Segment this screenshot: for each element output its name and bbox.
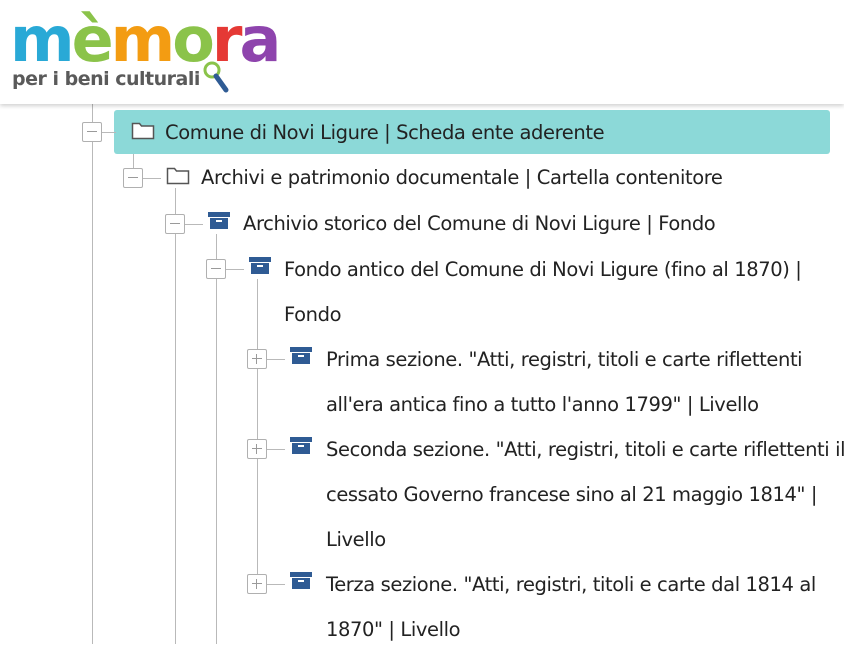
expand-toggle[interactable] — [247, 349, 267, 369]
logo-letter: m — [110, 3, 176, 76]
site-header: mèmora per i beni culturali — [0, 0, 844, 104]
node-label-line: Terza sezione. "Atti, registri, titoli e… — [326, 573, 816, 596]
node-label-line: Fondo antico del Comune di Novi Ligure (… — [284, 258, 802, 281]
logo-wordmark: mèmora — [10, 3, 281, 76]
node-label-line: Archivi e patrimonio documentale | Carte… — [201, 166, 723, 189]
tree-connector — [92, 104, 93, 644]
expand-toggle[interactable] — [247, 439, 267, 459]
node-label-line: 1870" | Livello — [326, 618, 461, 641]
tree-branch — [102, 132, 116, 133]
memora-logo[interactable]: mèmora per i beni culturali — [10, 3, 281, 98]
archive-box-icon — [290, 347, 312, 364]
node-label-line: Prima sezione. "Atti, registri, titoli e… — [326, 348, 803, 371]
collapse-toggle[interactable] — [206, 259, 226, 279]
tree-node-label[interactable]: Terza sezione. "Atti, registri, titoli e… — [326, 562, 816, 652]
tree-node-label[interactable]: Seconda sezione. "Atti, registri, titoli… — [326, 427, 844, 562]
node-label-line: Comune di Novi Ligure | Scheda ente ader… — [165, 121, 605, 144]
tree-connector — [175, 188, 176, 644]
tree-branch — [267, 584, 285, 585]
tree-branch — [267, 359, 285, 360]
logo-letter: m — [10, 3, 75, 76]
logo-letter: a — [239, 3, 281, 76]
tree-node-label[interactable]: Fondo antico del Comune di Novi Ligure (… — [284, 247, 802, 337]
tree-branch — [267, 449, 285, 450]
archive-tree: Comune di Novi Ligure | Scheda ente ader… — [0, 104, 844, 644]
tree-node-label[interactable]: Prima sezione. "Atti, registri, titoli e… — [326, 337, 803, 427]
tree-node-label[interactable]: Archivio storico del Comune di Novi Ligu… — [243, 201, 716, 246]
expand-toggle[interactable] — [247, 574, 267, 594]
node-label-line: Seconda sezione. "Atti, registri, titoli… — [326, 438, 844, 461]
tree-connector — [257, 279, 258, 581]
collapse-toggle[interactable] — [165, 214, 185, 234]
node-label-line: Livello — [326, 528, 386, 551]
tree-branch — [143, 178, 161, 179]
magnifier-icon — [203, 61, 229, 93]
collapse-toggle[interactable] — [82, 122, 102, 142]
logo-tagline: per i beni culturali — [12, 68, 200, 90]
node-label-line: Archivio storico del Comune di Novi Ligu… — [243, 212, 716, 235]
tree-node-label[interactable]: Archivi e patrimonio documentale | Carte… — [201, 155, 723, 200]
folder-outline-icon — [131, 122, 155, 140]
archive-box-icon — [208, 212, 230, 229]
node-label-line: all'era antica fino a tutto l'anno 1799"… — [326, 393, 759, 416]
archive-box-icon — [290, 437, 312, 454]
logo-letter: è — [71, 3, 114, 76]
archive-box-icon — [290, 572, 312, 589]
tree-connector — [216, 234, 217, 644]
tree-node-label[interactable]: Comune di Novi Ligure | Scheda ente ader… — [165, 110, 605, 155]
tree-branch — [185, 224, 203, 225]
tree-branch — [226, 269, 244, 270]
folder-outline-icon — [166, 167, 190, 185]
node-label-line: cessato Governo francese sino al 21 magg… — [326, 483, 818, 506]
collapse-toggle[interactable] — [123, 168, 143, 188]
archive-box-icon — [249, 257, 271, 274]
node-label-line: Fondo — [284, 303, 342, 326]
